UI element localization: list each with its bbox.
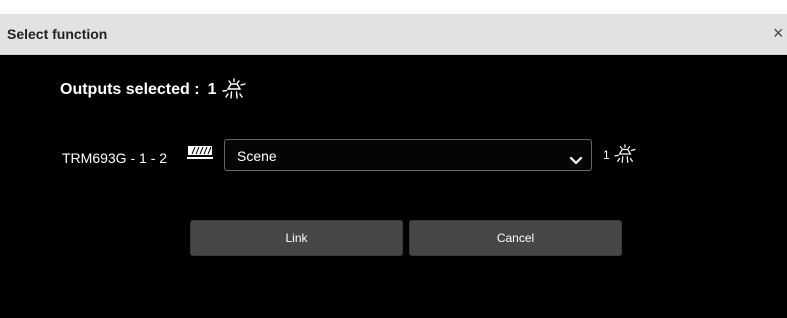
- device-label: TRM693G - 1 - 2: [62, 150, 168, 166]
- cancel-button[interactable]: Cancel: [409, 220, 622, 256]
- select-function-dialog: Select function × Outputs selected : 1 T…: [0, 14, 787, 318]
- outputs-selected-row: Outputs selected : 1: [60, 78, 247, 102]
- dialog-title: Select function: [7, 26, 108, 42]
- dialog-titlebar: Select function ×: [0, 14, 787, 55]
- chevron-down-icon: [569, 152, 583, 170]
- outputs-selected-count: 1: [207, 81, 217, 98]
- light-bulb-icon: [221, 78, 247, 100]
- function-select[interactable]: Scene: [224, 139, 592, 171]
- shutter-icon: [186, 145, 214, 166]
- link-button[interactable]: Link: [190, 220, 403, 256]
- close-icon[interactable]: ×: [773, 23, 787, 43]
- function-select-value: Scene: [237, 148, 277, 164]
- outputs-selected-label: Outputs selected :: [60, 81, 200, 98]
- output-count-indicator: 1: [603, 144, 637, 164]
- light-bulb-icon: [613, 144, 637, 164]
- output-count: 1: [603, 148, 610, 162]
